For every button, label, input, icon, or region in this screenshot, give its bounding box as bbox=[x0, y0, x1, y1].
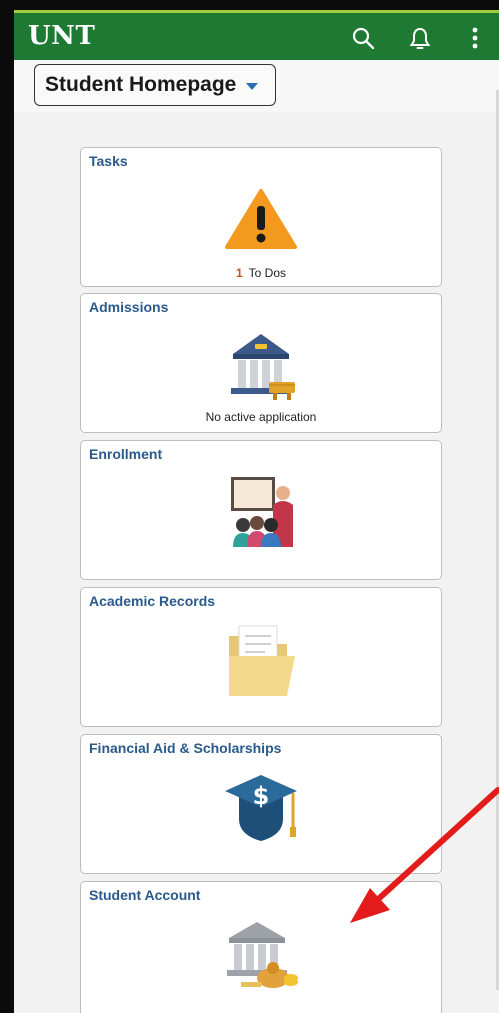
app-frame: UNT Student Homepage Tasks 1 To Dos Admis… bbox=[14, 10, 499, 1013]
red-arrow-annotation bbox=[14, 10, 499, 1013]
